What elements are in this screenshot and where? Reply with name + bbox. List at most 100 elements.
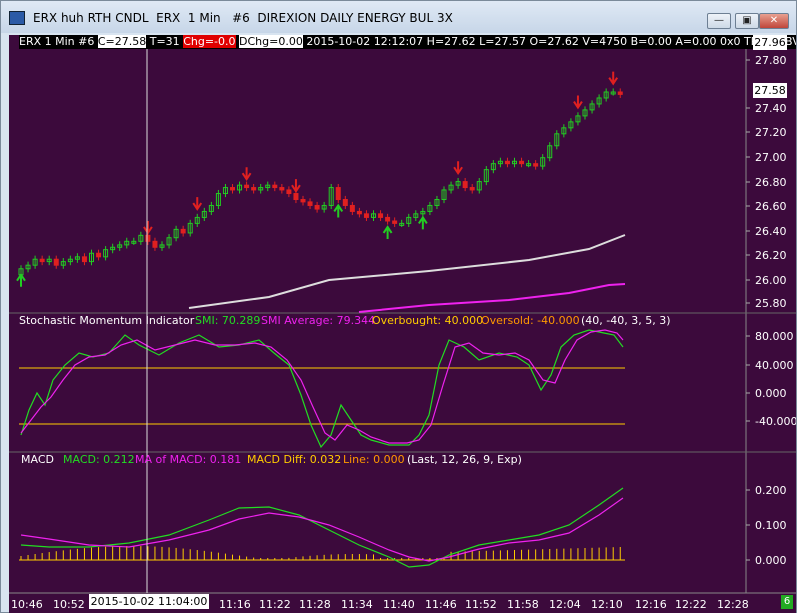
candle-body bbox=[504, 160, 510, 165]
candle-body bbox=[462, 181, 468, 189]
candle-body bbox=[519, 160, 525, 165]
signal-down-arrow bbox=[192, 197, 203, 211]
time-label: 12:28 bbox=[717, 598, 749, 611]
price-label: 27.00 bbox=[755, 151, 787, 164]
time-label: 12:22 bbox=[675, 598, 707, 611]
cursor-date: 2015-10-02 11:04:00 bbox=[89, 594, 209, 609]
current-price-box: 27.58 bbox=[753, 83, 787, 98]
smi-axis-label: 80.000 bbox=[755, 330, 794, 343]
time-label: 12:04 bbox=[549, 598, 581, 611]
time-label: 11:22 bbox=[259, 598, 291, 611]
moving-average-white bbox=[188, 234, 626, 309]
macd-line: Line: 0.000 bbox=[343, 453, 405, 466]
signal-down-arrow bbox=[573, 95, 583, 110]
info-chg: Chg=-0.0 bbox=[183, 35, 236, 48]
smi-value: SMI: 70.289 bbox=[195, 314, 261, 327]
time-label: 10:46 bbox=[11, 598, 43, 611]
candle-body bbox=[81, 256, 87, 263]
info-close: C=27.58 bbox=[97, 35, 147, 48]
app-icon bbox=[9, 11, 25, 25]
info-details: 2015-10-02 12:12:07 H=27.62 L=27.57 O=27… bbox=[306, 35, 796, 48]
candle-body bbox=[180, 228, 186, 234]
price-label: 25.80 bbox=[755, 297, 787, 310]
candle-body bbox=[356, 210, 362, 215]
macd-title: MACD bbox=[21, 453, 54, 466]
price-label: 26.60 bbox=[755, 200, 787, 213]
candle-body bbox=[378, 213, 384, 218]
smi-axis-label: 40.000 bbox=[755, 359, 794, 372]
smi-axis-label: 0.000 bbox=[755, 387, 787, 400]
time-label: 11:28 bbox=[299, 598, 331, 611]
info-t: T=31 bbox=[149, 35, 180, 48]
time-label: 11:40 bbox=[383, 598, 415, 611]
smi-axis-label: -40.000 bbox=[755, 415, 796, 428]
candle-body bbox=[39, 258, 45, 263]
time-label: 11:46 bbox=[425, 598, 457, 611]
title-bar[interactable]: ERX huh RTH CNDL ERX 1 Min #6 DIREXION D… bbox=[1, 1, 796, 33]
candle-body bbox=[152, 240, 158, 248]
time-label: 11:52 bbox=[465, 598, 497, 611]
price-label: 26.20 bbox=[755, 249, 787, 262]
macd-axis-label: 0.100 bbox=[755, 519, 787, 532]
signal-down-arrow bbox=[241, 167, 252, 182]
candle-body bbox=[342, 199, 348, 206]
candle-body bbox=[363, 213, 369, 218]
macd-ma: MA of MACD: 0.181 bbox=[135, 453, 242, 466]
macd-ma-line bbox=[20, 497, 624, 562]
minimize-button[interactable]: — bbox=[707, 13, 731, 29]
chart-area[interactable]: 27.80 27.40 27.20 27.00 26.80 26.60 26.40 26.20… bbox=[9, 35, 796, 613]
smi-average: SMI Average: 79.344 bbox=[261, 314, 376, 327]
candle-body bbox=[286, 189, 292, 195]
time-label: 10:52 bbox=[53, 598, 85, 611]
signal-down-arrow bbox=[453, 161, 463, 176]
candle-body bbox=[469, 187, 475, 191]
time-label: 11:58 bbox=[507, 598, 539, 611]
price-label: 26.00 bbox=[755, 274, 787, 287]
price-label: 27.20 bbox=[755, 126, 787, 139]
moving-average-magenta bbox=[358, 283, 626, 313]
close-button[interactable]: ✕ bbox=[759, 13, 789, 29]
candle-body bbox=[392, 220, 398, 224]
price-label: 27.40 bbox=[755, 102, 787, 115]
candle-body bbox=[385, 216, 391, 222]
info-bar: ERX 1 Min #6 C=27.58 T=31 Chg=-0.0 DChg=… bbox=[19, 35, 796, 49]
time-label: 11:34 bbox=[341, 598, 373, 611]
macd-axis-label: 0.000 bbox=[755, 554, 787, 567]
smi-overbought: Overbought: 40.000 bbox=[372, 314, 484, 327]
info-symbol: ERX 1 Min #6 bbox=[19, 35, 95, 48]
chart-window: ERX huh RTH CNDL ERX 1 Min #6 DIREXION D… bbox=[0, 0, 797, 613]
candle-body bbox=[300, 199, 306, 203]
info-dchg: DChg=0.00 bbox=[239, 35, 303, 48]
corner-badge: 6 bbox=[781, 595, 793, 609]
signal-up-arrow bbox=[418, 215, 428, 230]
smi-title: Stochastic Momentum Indicator bbox=[19, 314, 195, 327]
candle-body bbox=[279, 187, 285, 191]
candle-body bbox=[307, 201, 313, 206]
time-label: 11:16 bbox=[219, 598, 251, 611]
window-title: ERX huh RTH CNDL ERX 1 Min #6 DIREXION D… bbox=[33, 11, 453, 25]
candle-body bbox=[349, 204, 355, 212]
candle-body bbox=[251, 187, 257, 191]
candle-body bbox=[230, 187, 235, 191]
price-label: 26.40 bbox=[755, 225, 787, 238]
macd-axis-label: 0.200 bbox=[755, 484, 787, 497]
signal-up-arrow bbox=[333, 203, 344, 218]
signal-down-arrow bbox=[608, 71, 619, 86]
candle-body bbox=[617, 91, 623, 95]
price-top-box: 27.96 bbox=[753, 35, 787, 50]
price-label: 26.80 bbox=[755, 176, 787, 189]
macd-params: (Last, 12, 26, 9, Exp) bbox=[407, 453, 522, 466]
smi-params: (40, -40, 3, 5, 3) bbox=[581, 314, 671, 327]
candle-body bbox=[314, 204, 320, 210]
candle-body bbox=[533, 163, 539, 167]
signal-down-arrow bbox=[291, 179, 301, 193]
candle-body bbox=[335, 187, 341, 201]
time-label: 12:10 bbox=[591, 598, 623, 611]
smi-average-line bbox=[20, 329, 624, 444]
signal-down-arrow bbox=[143, 220, 153, 235]
restore-button[interactable]: ▣ bbox=[735, 13, 759, 29]
signal-up-arrow bbox=[382, 225, 393, 239]
macd-value: MACD: 0.212 bbox=[63, 453, 135, 466]
candle-body bbox=[244, 184, 250, 189]
smi-line bbox=[20, 329, 624, 449]
